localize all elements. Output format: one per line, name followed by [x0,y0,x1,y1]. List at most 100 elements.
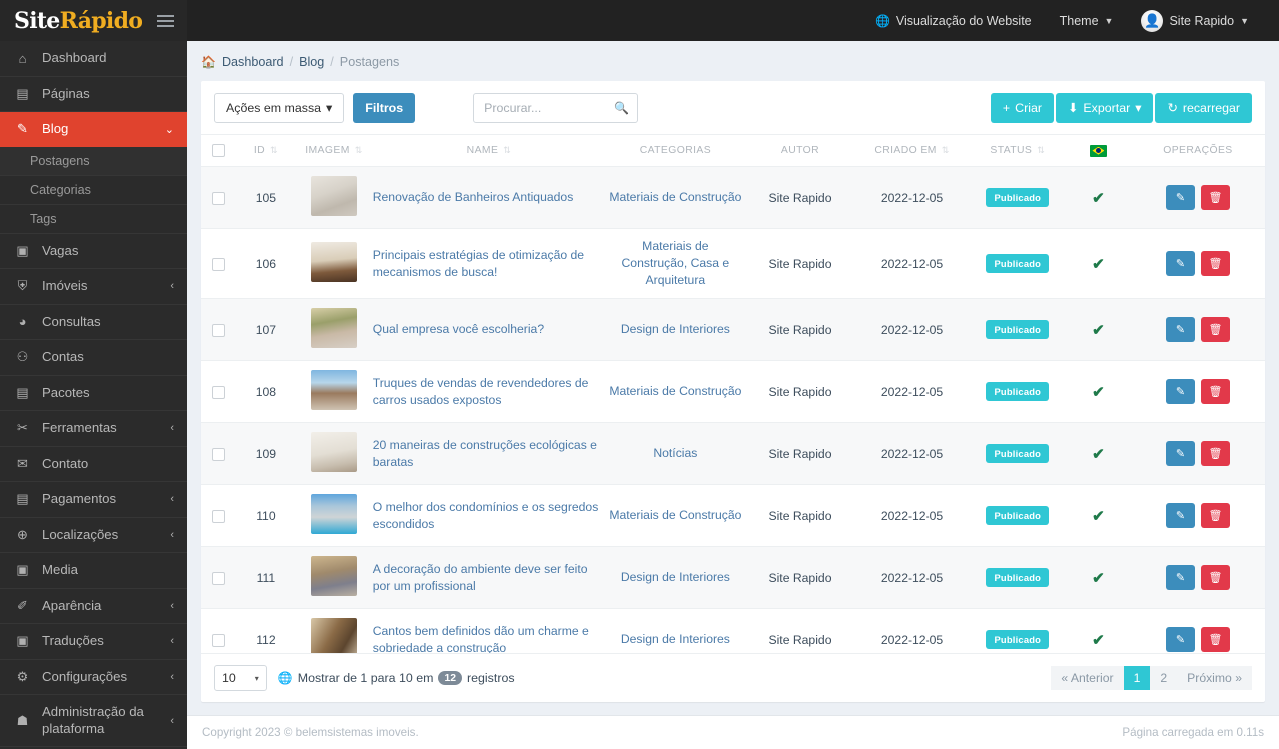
filters-button[interactable]: Filtros [353,93,416,124]
sidebar-item-blog[interactable]: ✎ Blog ⌄ [0,112,187,147]
sort-icon[interactable]: ⇅ [1037,145,1045,155]
sort-icon[interactable]: ⇅ [503,145,511,155]
sidebar-item-contas[interactable]: ⚇ Contas [0,340,187,376]
row-checkbox-cell[interactable] [201,608,237,653]
pagination-prev[interactable]: « Anterior [1051,666,1124,690]
status-badge: Publicado [986,320,1050,340]
edit-button[interactable]: ✎ [1165,503,1195,529]
column-header-status[interactable]: STATUS ⇅ [969,134,1066,168]
category-link[interactable]: Notícias [653,446,697,460]
checkbox[interactable] [212,191,226,205]
cell-visible: ✔ [1065,228,1131,300]
edit-button[interactable]: ✎ [1165,317,1195,343]
page-size-select[interactable]: 10 ▾ [214,665,267,691]
post-title-link[interactable]: O melhor dos condomínios e os segredos e… [373,500,599,531]
sidebar-item-im-veis[interactable]: ⛨ Imóveis ‹ [0,269,187,305]
column-header-id[interactable]: ID ⇅ [236,134,296,168]
category-link[interactable]: Materiais de Construção [609,508,741,522]
post-title-link[interactable]: Principais estratégias de otimização de … [373,248,584,279]
create-button[interactable]: + Criar [990,93,1054,124]
delete-button[interactable]: 🗑 [1200,317,1230,343]
edit-button[interactable]: ✎ [1165,627,1195,653]
brand-logo[interactable]: SiteRápido [14,10,143,32]
sidebar-item-localiza-es[interactable]: ⊕ Localizações ‹ [0,518,187,553]
reload-button[interactable]: ↻ recarregar [1155,93,1252,124]
bulk-actions-dropdown[interactable]: Ações em massa ▾ [214,93,345,124]
row-checkbox-cell[interactable] [201,546,237,610]
sidebar-item-pacotes[interactable]: ▤ Pacotes [0,376,187,411]
sidebar-item-contato[interactable]: ✉ Contato [0,447,187,482]
edit-button[interactable]: ✎ [1165,565,1195,591]
sidebar-subitem-tags[interactable]: Tags [0,204,187,234]
row-checkbox-cell[interactable] [201,360,237,424]
delete-button[interactable]: 🗑 [1200,565,1230,591]
sidebar-subitem-categorias[interactable]: Categorias [0,175,187,205]
post-title-link[interactable]: Truques de vendas de revendedores de car… [373,376,589,407]
category-link[interactable]: Materiais de Construção [609,384,741,398]
export-dropdown[interactable]: ⬇ Exportar ▾ [1056,93,1154,124]
post-title-link[interactable]: Qual empresa você escolheria? [373,322,544,336]
sidebar-item-pagamentos[interactable]: ▤ Pagamentos ‹ [0,482,187,518]
sidebar-item-ferramentas[interactable]: ✂ Ferramentas ‹ [0,411,187,447]
sort-icon[interactable]: ⇅ [942,145,950,155]
checkbox[interactable] [212,324,226,337]
pagination-page-2[interactable]: 2 [1150,666,1178,690]
checkbox[interactable] [212,448,226,461]
edit-button[interactable]: ✎ [1165,379,1195,405]
sidebar-item-consultas[interactable]: ◕ Consultas [0,305,187,340]
column-header-name[interactable]: NAME ⇅ [372,134,606,168]
select-all-checkbox[interactable] [201,134,237,168]
post-title-link[interactable]: Renovação de Banheiros Antiquados [373,190,574,204]
checkbox[interactable] [212,634,226,647]
sidebar-item-apar-ncia[interactable]: ✐ Aparência ‹ [0,589,187,624]
sidebar-item-dashboard[interactable]: ⌂ Dashboard [0,41,187,77]
breadcrumb-blog[interactable]: Blog [299,55,324,69]
row-checkbox-cell[interactable] [201,484,237,548]
checkbox[interactable] [212,510,226,523]
delete-button[interactable]: 🗑 [1200,503,1230,529]
row-checkbox-cell[interactable] [201,228,237,300]
hamburger-menu-icon[interactable] [157,14,174,27]
delete-button[interactable]: 🗑 [1200,251,1230,277]
category-link[interactable]: Materiais de Construção, Casa e Arquitet… [622,239,730,287]
checkbox[interactable] [212,144,226,158]
website-view-link[interactable]: 🌐 Visualização do Website [861,0,1046,41]
sidebar-item-configura-es[interactable]: ⚙ Configurações ‹ [0,660,187,695]
post-title-link[interactable]: 20 maneiras de construções ecológicas e … [373,438,597,469]
edit-button[interactable]: ✎ [1165,441,1195,467]
sidebar-item-administra-o-da-plataforma[interactable]: ☗ Administração da plataforma ‹ [0,695,187,747]
checkbox[interactable] [212,386,226,399]
delete-button[interactable]: 🗑 [1200,185,1230,211]
edit-button[interactable]: ✎ [1165,251,1195,277]
column-header-imagem[interactable]: IMAGEM ⇅ [295,134,373,168]
category-link[interactable]: Design de Interiores [621,632,730,646]
delete-button[interactable]: 🗑 [1200,379,1230,405]
search-input[interactable] [473,93,639,124]
checkbox[interactable] [212,572,226,585]
delete-button[interactable]: 🗑 [1200,441,1230,467]
pagination-page-1[interactable]: 1 [1123,666,1151,690]
sidebar-item-tradu-es[interactable]: ▣ Traduções ‹ [0,624,187,660]
edit-button[interactable]: ✎ [1165,185,1195,211]
category-link[interactable]: Materiais de Construção [609,190,741,204]
pagination-next[interactable]: Próximo » [1177,666,1252,690]
sidebar-item-media[interactable]: ▣ Media [0,553,187,589]
sidebar-subitem-postagens[interactable]: Postagens [0,146,187,176]
sort-icon[interactable]: ⇅ [270,145,278,155]
column-header-criado-em[interactable]: CRIADO EM ⇅ [854,134,970,168]
breadcrumb-dashboard[interactable]: Dashboard [222,55,284,69]
row-checkbox-cell[interactable] [201,166,237,230]
row-checkbox-cell[interactable] [201,422,237,486]
row-checkbox-cell[interactable] [201,298,237,362]
post-title-link[interactable]: A decoração do ambiente deve ser feito p… [373,562,588,593]
category-link[interactable]: Design de Interiores [621,570,730,584]
post-title-link[interactable]: Cantos bem definidos dão um charme e sob… [373,624,589,653]
category-link[interactable]: Design de Interiores [621,322,730,336]
sort-icon[interactable]: ⇅ [355,145,363,155]
checkbox[interactable] [212,257,226,271]
user-menu[interactable]: 👤 Site Rapido ▼ [1127,0,1263,41]
sidebar-item-vagas[interactable]: ▣ Vagas [0,234,187,269]
sidebar-item-p-ginas[interactable]: ▤ Páginas [0,77,187,112]
theme-dropdown[interactable]: Theme ▼ [1046,0,1128,41]
delete-button[interactable]: 🗑 [1200,627,1230,653]
